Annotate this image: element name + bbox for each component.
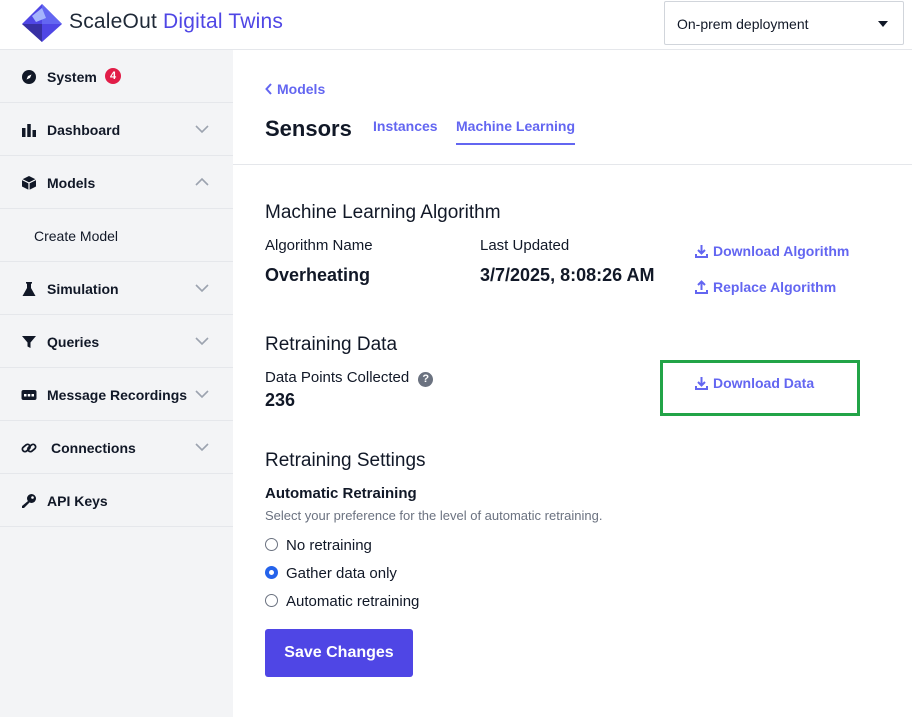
radio-no-retraining[interactable]: No retraining <box>265 537 372 554</box>
automatic-retraining-hint: Select your preference for the level of … <box>265 508 603 523</box>
divider <box>233 164 912 165</box>
tab-machine-learning[interactable]: Machine Learning <box>456 118 576 145</box>
chevron-down-icon <box>195 443 209 452</box>
replace-algorithm-label: Replace Algorithm <box>713 279 837 295</box>
link-icon <box>21 443 37 453</box>
recording-icon <box>21 390 37 400</box>
sidebar-item-dashboard[interactable]: Dashboard <box>0 103 233 156</box>
sidebar-subitem-label: Create Model <box>34 228 119 244</box>
sidebar-item-label: Simulation <box>47 281 119 297</box>
sidebar-item-label: API Keys <box>47 493 108 509</box>
download-algorithm-button[interactable]: Download Algorithm <box>695 243 849 259</box>
upload-icon <box>695 280 708 294</box>
chevron-down-icon <box>195 125 209 134</box>
download-icon <box>695 245 708 258</box>
radio-label: Gather data only <box>286 565 397 582</box>
data-points-value: 236 <box>265 390 296 410</box>
sidebar-item-models[interactable]: Models <box>0 156 233 209</box>
section-title-retraining-settings: Retraining Settings <box>265 450 426 471</box>
filter-icon <box>22 336 36 348</box>
radio-button[interactable] <box>265 594 278 607</box>
sidebar-item-connections[interactable]: Connections <box>0 421 233 474</box>
sidebar-item-label: Connections <box>51 440 136 456</box>
tab-instances[interactable]: Instances <box>373 118 438 134</box>
brand-title: ScaleOut Digital Twins <box>69 10 283 34</box>
sidebar-item-label: Models <box>47 175 96 191</box>
highlight-box <box>660 360 860 416</box>
sidebar-item-label: Message Recordings <box>47 387 188 403</box>
radio-button-checked[interactable] <box>265 566 278 579</box>
page-title: Sensors <box>265 116 352 141</box>
algorithm-name-value: Overheating <box>265 265 371 285</box>
sidebar-item-label: System <box>47 69 97 85</box>
last-updated-value: 3/7/2025, 8:08:26 AM <box>480 265 655 285</box>
chevron-up-icon <box>195 177 209 186</box>
bar-chart-icon <box>22 124 36 137</box>
last-updated-label: Last Updated <box>480 237 570 254</box>
algorithm-name-label: Algorithm Name <box>265 237 373 254</box>
chevron-left-icon <box>265 83 272 95</box>
radio-automatic-retraining[interactable]: Automatic retraining <box>265 593 419 610</box>
key-icon <box>22 494 36 508</box>
sidebar-subitem-create-model[interactable]: Create Model <box>0 209 233 262</box>
app-header: ScaleOut Digital Twins On-prem deploymen… <box>0 0 912 50</box>
scaleout-logo-icon <box>22 4 62 42</box>
chevron-down-icon <box>195 284 209 293</box>
radio-label: Automatic retraining <box>286 593 420 610</box>
flask-icon <box>22 282 36 296</box>
sidebar: System 4 Dashboard Models Create Model S… <box>0 50 233 717</box>
deployment-select-value: On-prem deployment <box>677 16 809 32</box>
data-points-label-row: Data Points Collected? <box>265 369 434 387</box>
sidebar-item-message-recordings[interactable]: Message Recordings <box>0 368 233 421</box>
sidebar-item-label: Dashboard <box>47 122 121 138</box>
automatic-retraining-title: Automatic Retraining <box>265 485 417 502</box>
save-changes-button[interactable]: Save Changes <box>265 629 413 677</box>
chevron-down-icon <box>195 337 209 346</box>
notification-badge: 4 <box>105 68 121 84</box>
sidebar-item-system[interactable]: System 4 <box>0 50 233 103</box>
download-algorithm-label: Download Algorithm <box>713 243 850 259</box>
chevron-down-icon <box>195 390 209 399</box>
section-title-retraining-data: Retraining Data <box>265 334 398 355</box>
sidebar-item-label: Queries <box>47 334 100 350</box>
radio-button[interactable] <box>265 538 278 551</box>
back-link-label: Models <box>277 81 326 97</box>
sidebar-item-queries[interactable]: Queries <box>0 315 233 368</box>
compass-icon <box>22 70 36 84</box>
caret-down-icon <box>878 21 888 27</box>
help-icon[interactable]: ? <box>418 372 434 387</box>
deployment-select[interactable]: On-prem deployment <box>664 1 904 45</box>
brand-name: ScaleOut <box>69 10 157 33</box>
section-title-algorithm: Machine Learning Algorithm <box>265 202 501 223</box>
cube-icon <box>21 176 37 190</box>
back-to-models-link[interactable]: Models <box>265 81 325 97</box>
replace-algorithm-button[interactable]: Replace Algorithm <box>695 279 836 295</box>
brand-product: Digital Twins <box>156 10 284 33</box>
data-points-label: Data Points Collected <box>265 369 410 386</box>
sidebar-item-api-keys[interactable]: API Keys <box>0 474 233 527</box>
radio-gather-data-only[interactable]: Gather data only <box>265 565 397 582</box>
sidebar-item-simulation[interactable]: Simulation <box>0 262 233 315</box>
radio-label: No retraining <box>286 537 372 554</box>
